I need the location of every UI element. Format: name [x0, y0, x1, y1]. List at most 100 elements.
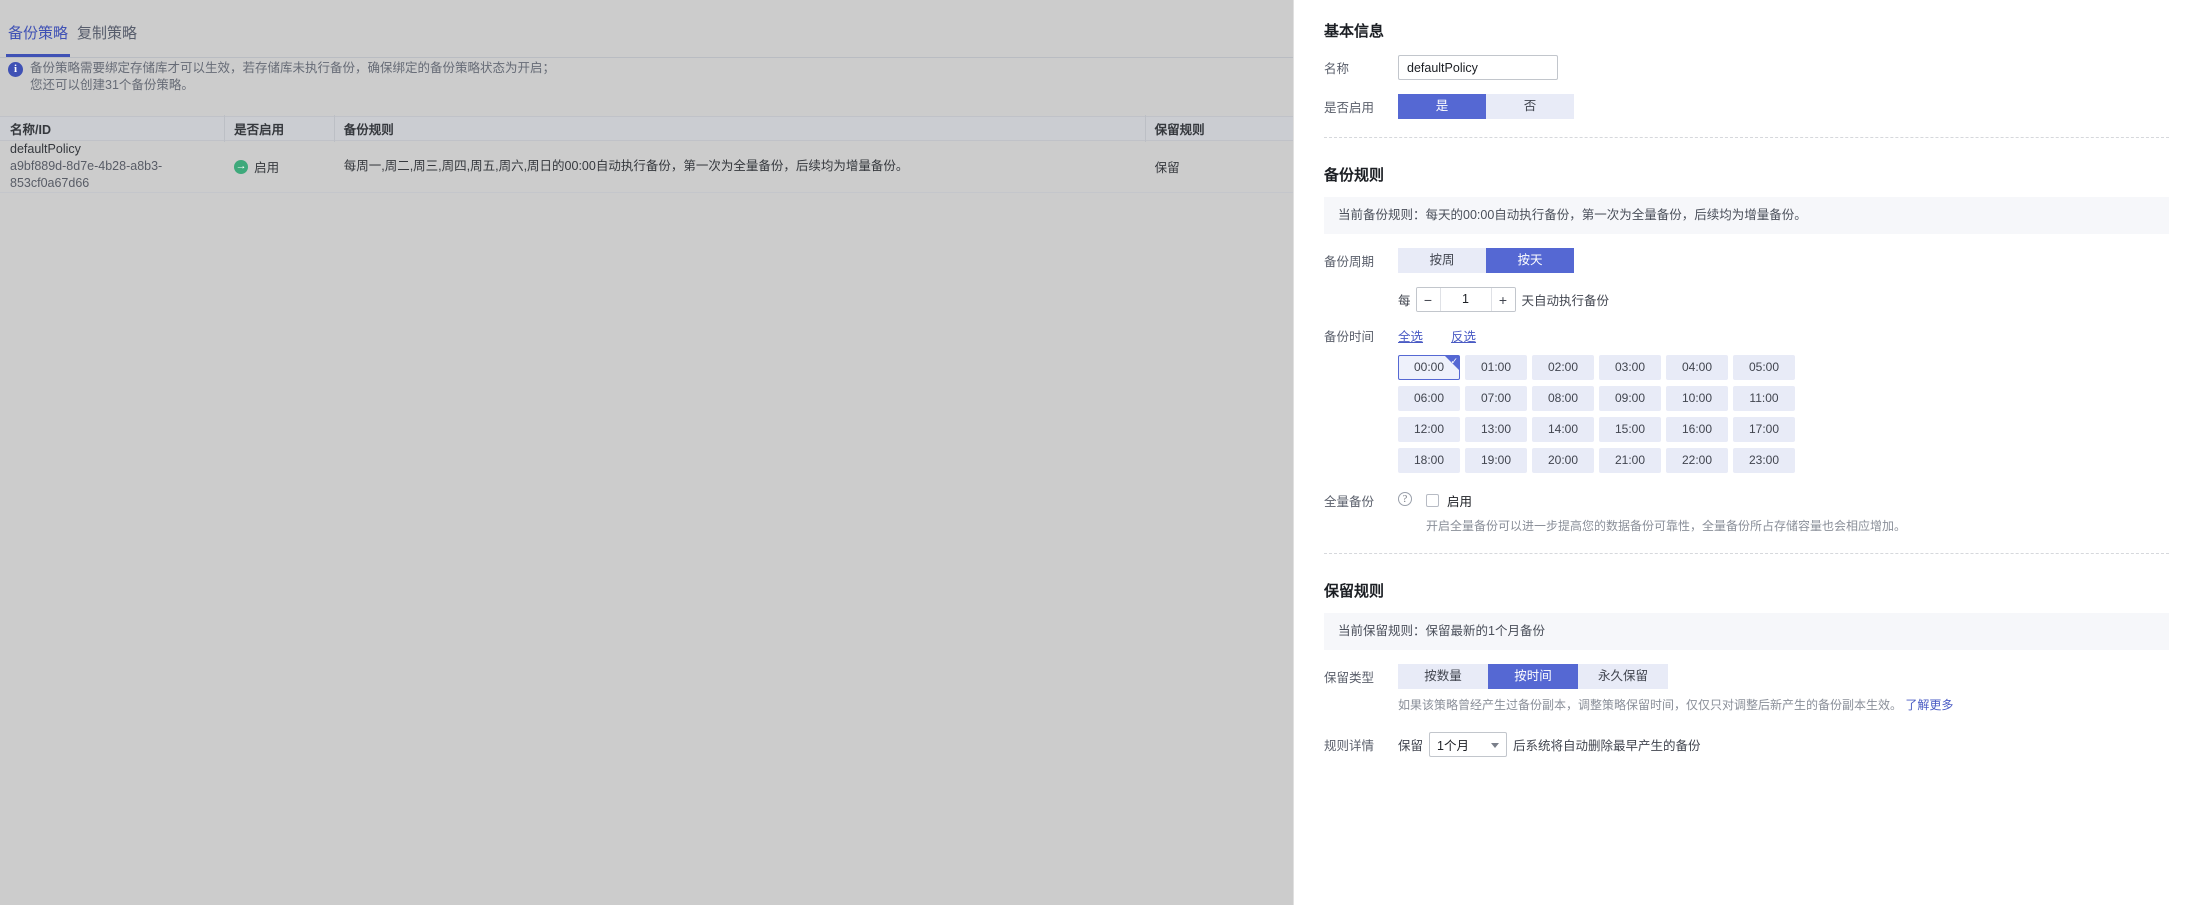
- time-slot-0400[interactable]: 04:00: [1666, 355, 1728, 380]
- time-slot-1600[interactable]: 16:00: [1666, 417, 1728, 442]
- time-slot-label: 11:00: [1749, 391, 1779, 405]
- time-slot-1400[interactable]: 14:00: [1532, 417, 1594, 442]
- time-slot-label: 10:00: [1681, 391, 1713, 405]
- full-backup-checkbox[interactable]: [1426, 494, 1439, 507]
- policy-name: defaultPolicy: [10, 142, 81, 156]
- time-slot-2200[interactable]: 22:00: [1666, 448, 1728, 473]
- check-icon: ✓: [1450, 356, 1458, 366]
- time-slot-label: 20:00: [1547, 453, 1579, 467]
- time-slot-label: 14:00: [1547, 422, 1579, 436]
- time-slot-1500[interactable]: 15:00: [1599, 417, 1661, 442]
- retention-option-by-count[interactable]: 按数量: [1398, 664, 1488, 689]
- cell-enabled: 启用: [224, 157, 334, 176]
- column-header-retention-rule: 保留规则: [1144, 115, 1293, 142]
- cycle-option-daily[interactable]: 按天: [1486, 248, 1574, 273]
- enabled-status-label: 启用: [254, 161, 280, 175]
- time-slot-2100[interactable]: 21:00: [1599, 448, 1661, 473]
- time-slot-0800[interactable]: 08:00: [1532, 386, 1594, 411]
- learn-more-link[interactable]: 了解更多: [1905, 698, 1953, 712]
- stepper-decrement-button[interactable]: −: [1416, 288, 1441, 311]
- info-banner-text: 备份策略需要绑定存储库才可以生效，若存储库未执行备份，确保绑定的备份策略状态为开…: [30, 60, 555, 94]
- policy-name-input[interactable]: [1398, 55, 1558, 80]
- time-slot-1700[interactable]: 17:00: [1733, 417, 1795, 442]
- column-header-name-id: 名称/ID: [10, 123, 51, 137]
- tab-backup-policy-label: 备份策略: [8, 25, 69, 42]
- time-slot-0700[interactable]: 07:00: [1465, 386, 1527, 411]
- retention-option-by-time[interactable]: 按时间: [1488, 664, 1578, 689]
- time-selection-links: 全选 反选: [1398, 326, 1476, 345]
- field-interval-stepper: 每 − 1 + 天自动执行备份: [1294, 287, 2199, 312]
- section-title-basic-info: 基本信息: [1324, 23, 1385, 40]
- interval-stepper: − 1 +: [1415, 287, 1516, 312]
- time-slot-0200[interactable]: 02:00: [1532, 355, 1594, 380]
- time-slot-label: 01:00: [1480, 360, 1512, 374]
- time-slot-label: 18:00: [1413, 453, 1445, 467]
- time-slot-2000[interactable]: 20:00: [1532, 448, 1594, 473]
- retention-detail-prefix: 保留: [1398, 739, 1424, 753]
- time-slot-label: 06:00: [1413, 391, 1445, 405]
- retention-duration-select[interactable]: 1个月: [1429, 732, 1508, 757]
- table-row[interactable]: defaultPolicy a9bf889d-8d7e-4b28-a8b3-85…: [0, 141, 1293, 193]
- info-icon: i: [8, 62, 23, 77]
- policy-detail-panel: 基本信息 名称 是否启用 是 否 备份规则 当前备份规则：每天的00:00自动执…: [1293, 0, 2199, 905]
- select-all-link[interactable]: 全选: [1398, 326, 1423, 345]
- enable-option-no[interactable]: 否: [1486, 94, 1574, 119]
- invert-selection-link[interactable]: 反选: [1451, 326, 1476, 345]
- backup-cycle-segmented-control: 按周 按天: [1398, 248, 1574, 273]
- enable-segmented-control: 是 否: [1398, 94, 1574, 119]
- time-slot-0100[interactable]: 01:00: [1465, 355, 1527, 380]
- retention-type-segmented-control: 按数量 按时间 永久保留: [1398, 664, 1668, 689]
- cell-name-id: defaultPolicy a9bf889d-8d7e-4b28-a8b3-85…: [0, 141, 224, 192]
- label-backup-cycle: 备份周期: [1324, 255, 1375, 269]
- chevron-down-icon: [1491, 742, 1500, 748]
- time-slot-0500[interactable]: 05:00: [1733, 355, 1795, 380]
- field-enable-toggle: 是否启用 是 否: [1294, 94, 2199, 119]
- full-backup-checkbox-label: 启用: [1447, 495, 1473, 509]
- time-slot-label: 19:00: [1480, 453, 1512, 467]
- backup-rule-text: 每周一,周二,周三,周四,周五,周六,周日的00:00自动执行备份，第一次为全量…: [343, 159, 909, 173]
- time-slot-label: 03:00: [1614, 360, 1646, 374]
- label-backup-time: 备份时间: [1324, 330, 1375, 344]
- help-icon[interactable]: ?: [1398, 492, 1412, 506]
- time-slot-label: 22:00: [1681, 453, 1713, 467]
- field-full-backup: 全量备份 ? 启用 开启全量备份可以进一步提高您的数据备份可靠性，全量备份所占存…: [1294, 491, 2199, 535]
- time-slot-label: 12:00: [1413, 422, 1445, 436]
- stepper-suffix-label: 天自动执行备份: [1521, 294, 1610, 308]
- time-slot-label: 13:00: [1480, 422, 1512, 436]
- time-slot-1900[interactable]: 19:00: [1465, 448, 1527, 473]
- time-slot-0300[interactable]: 03:00: [1599, 355, 1661, 380]
- time-slot-label: 21:00: [1614, 453, 1646, 467]
- cycle-option-weekly[interactable]: 按周: [1398, 248, 1486, 273]
- time-slot-1800[interactable]: 18:00: [1398, 448, 1460, 473]
- time-slot-1100[interactable]: 11:00: [1733, 386, 1795, 411]
- time-slot-label: 23:00: [1748, 453, 1780, 467]
- backup-time-grid: 00:00 ✓ 01:00 02:00 03:00 04:00 05:00 06:00 07:0…: [1294, 355, 1844, 473]
- section-title-retention-rule: 保留规则: [1324, 583, 1385, 600]
- label-full-backup: 全量备份: [1324, 491, 1398, 510]
- field-retention-type: 保留类型 按数量 按时间 永久保留: [1294, 664, 2199, 689]
- policy-table: 名称/ID 是否启用 备份规则 保留规则 defaultPolicy a9bf8…: [0, 115, 1293, 193]
- time-slot-1000[interactable]: 10:00: [1666, 386, 1728, 411]
- label-retention-type: 保留类型: [1324, 671, 1375, 685]
- stepper-increment-button[interactable]: +: [1490, 288, 1515, 311]
- time-slot-0000[interactable]: 00:00 ✓: [1398, 355, 1460, 380]
- info-banner-line1: 备份策略需要绑定存储库才可以生效，若存储库未执行备份，确保绑定的备份策略状态为开…: [30, 61, 556, 75]
- full-backup-group: 启用 开启全量备份可以进一步提高您的数据备份可靠性，全量备份所占存储容量也会相应…: [1426, 491, 1906, 535]
- info-banner: i 备份策略需要绑定存储库才可以生效，若存储库未执行备份，确保绑定的备份策略状态…: [0, 52, 1293, 102]
- label-rule-detail: 规则详情: [1324, 739, 1375, 753]
- divider-backup-retention: [1324, 553, 2169, 554]
- time-slot-label: 04:00: [1681, 360, 1713, 374]
- time-slot-2300[interactable]: 23:00: [1733, 448, 1795, 473]
- time-slot-0600[interactable]: 06:00: [1398, 386, 1460, 411]
- time-slot-label: 17:00: [1748, 422, 1780, 436]
- section-title-backup-rule: 备份规则: [1324, 167, 1385, 184]
- time-slot-0900[interactable]: 09:00: [1599, 386, 1661, 411]
- stepper-value[interactable]: 1: [1440, 288, 1491, 311]
- time-slot-label: 08:00: [1547, 391, 1579, 405]
- label-policy-name: 名称: [1324, 62, 1350, 76]
- enable-option-yes[interactable]: 是: [1398, 94, 1486, 119]
- time-slot-label: 15:00: [1614, 422, 1646, 436]
- time-slot-1200[interactable]: 12:00: [1398, 417, 1460, 442]
- time-slot-1300[interactable]: 13:00: [1465, 417, 1527, 442]
- retention-option-permanent[interactable]: 永久保留: [1578, 664, 1668, 689]
